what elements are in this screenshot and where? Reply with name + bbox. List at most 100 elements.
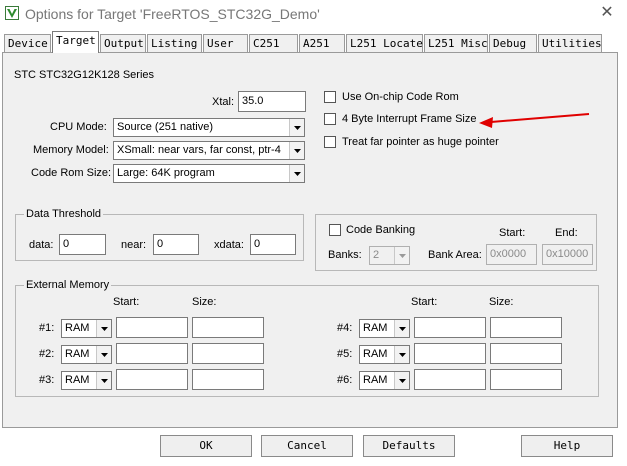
ext-mem-row-5-label: #5: bbox=[337, 348, 353, 360]
ext-mem-5-start-input[interactable] bbox=[414, 343, 486, 364]
tab-output[interactable]: Output bbox=[100, 34, 146, 52]
ext-start-label-left: Start: bbox=[113, 296, 140, 308]
bank-end-label: End: bbox=[555, 227, 578, 239]
ext-mem-2-type: RAM bbox=[65, 348, 90, 360]
ext-mem-row-6-label: #6: bbox=[337, 374, 353, 386]
banks-label: Banks: bbox=[328, 249, 362, 261]
ext-size-label-right: Size: bbox=[489, 296, 514, 308]
tab-debug[interactable]: Debug bbox=[489, 34, 537, 52]
ext-mem-4-type-select[interactable]: RAM bbox=[359, 319, 410, 338]
near-threshold-input[interactable]: 0 bbox=[153, 234, 199, 255]
target-options-panel: STC STC32G12K128 Series Xtal: 35.0 CPU M… bbox=[2, 52, 618, 428]
ext-mem-6-size-input[interactable] bbox=[490, 369, 562, 390]
external-memory-title: External Memory bbox=[24, 279, 112, 291]
bank-start-label: Start: bbox=[499, 227, 526, 239]
xdata-threshold-input[interactable]: 0 bbox=[250, 234, 296, 255]
ext-size-label-left: Size: bbox=[192, 296, 217, 308]
ext-mem-1-size-input[interactable] bbox=[192, 317, 264, 338]
ext-mem-row-2-label: #2: bbox=[39, 348, 55, 360]
4-byte-interrupt-frame-checkbox[interactable] bbox=[324, 113, 336, 125]
code-rom-size-select[interactable]: Large: 64K program bbox=[113, 164, 305, 183]
ext-mem-6-type-select[interactable]: RAM bbox=[359, 371, 410, 390]
chevron-down-icon[interactable] bbox=[394, 320, 409, 337]
ext-mem-6-type: RAM bbox=[363, 374, 388, 386]
tab-l251-locate[interactable]: L251 Locate bbox=[346, 34, 423, 52]
cpu-mode-value: Source (251 native) bbox=[117, 121, 213, 133]
app-icon bbox=[5, 6, 19, 20]
memory-model-value: XSmall: near vars, far const, ptr-4 bbox=[117, 144, 281, 156]
code-rom-size-value: Large: 64K program bbox=[117, 167, 215, 179]
xtal-input[interactable]: 35.0 bbox=[238, 91, 306, 112]
chevron-down-icon[interactable] bbox=[289, 165, 304, 182]
tab-c251[interactable]: C251 bbox=[249, 34, 298, 52]
cancel-button[interactable]: Cancel bbox=[261, 435, 353, 457]
red-arrow-icon bbox=[479, 113, 590, 128]
cpu-mode-select[interactable]: Source (251 native) bbox=[113, 118, 305, 137]
ext-mem-row-3-label: #3: bbox=[39, 374, 55, 386]
help-button[interactable]: Help bbox=[521, 435, 613, 457]
chevron-down-icon[interactable] bbox=[394, 247, 409, 264]
code-banking-label: Code Banking bbox=[346, 224, 416, 236]
use-onchip-code-rom-checkbox[interactable] bbox=[324, 91, 336, 103]
bank-area-end-input[interactable]: 0x10000 bbox=[542, 244, 593, 265]
ext-mem-3-size-input[interactable] bbox=[192, 369, 264, 390]
ext-mem-6-start-input[interactable] bbox=[414, 369, 486, 390]
chevron-down-icon[interactable] bbox=[96, 346, 111, 363]
ext-mem-5-type-select[interactable]: RAM bbox=[359, 345, 410, 364]
ext-mem-4-size-input[interactable] bbox=[490, 317, 562, 338]
ext-start-label-right: Start: bbox=[411, 296, 438, 308]
ext-mem-1-type: RAM bbox=[65, 322, 90, 334]
ext-mem-3-start-input[interactable] bbox=[116, 369, 188, 390]
ext-mem-3-type: RAM bbox=[65, 374, 90, 386]
tab-utilities[interactable]: Utilities bbox=[538, 34, 602, 52]
treat-far-pointer-checkbox[interactable] bbox=[324, 136, 336, 148]
chevron-down-icon[interactable] bbox=[394, 372, 409, 389]
chevron-down-icon[interactable] bbox=[96, 372, 111, 389]
ext-mem-1-start-input[interactable] bbox=[116, 317, 188, 338]
ext-mem-2-type-select[interactable]: RAM bbox=[61, 345, 112, 364]
ext-mem-5-type: RAM bbox=[363, 348, 388, 360]
device-series-label: STC STC32G12K128 Series bbox=[14, 69, 155, 81]
banks-select[interactable]: 2 bbox=[369, 246, 410, 265]
tab-a251[interactable]: A251 bbox=[299, 34, 345, 52]
memory-model-select[interactable]: XSmall: near vars, far const, ptr-4 bbox=[113, 141, 305, 160]
ext-mem-row-4-label: #4: bbox=[337, 322, 353, 334]
ext-mem-4-start-input[interactable] bbox=[414, 317, 486, 338]
tab-l251-misc[interactable]: L251 Misc bbox=[424, 34, 488, 52]
tab-target[interactable]: Target bbox=[52, 31, 99, 53]
treat-far-pointer-label: Treat far pointer as huge pointer bbox=[342, 136, 499, 148]
chevron-down-icon[interactable] bbox=[394, 346, 409, 363]
chevron-down-icon[interactable] bbox=[96, 320, 111, 337]
title-bar: Options for Target 'FreeRTOS_STC32G_Demo… bbox=[0, 0, 627, 30]
4-byte-interrupt-frame-label: 4 Byte Interrupt Frame Size bbox=[342, 113, 477, 125]
ext-mem-5-size-input[interactable] bbox=[490, 343, 562, 364]
data-threshold-title: Data Threshold bbox=[24, 208, 104, 220]
ext-mem-4-type: RAM bbox=[363, 322, 388, 334]
xtal-label: Xtal: bbox=[212, 96, 235, 108]
cpu-mode-label: CPU Mode: bbox=[50, 121, 107, 133]
code-rom-size-label: Code Rom Size: bbox=[31, 167, 112, 179]
data-threshold-input[interactable]: 0 bbox=[59, 234, 106, 255]
use-onchip-code-rom-label: Use On-chip Code Rom bbox=[342, 91, 459, 103]
tab-user[interactable]: User bbox=[203, 34, 248, 52]
tab-device[interactable]: Device bbox=[4, 34, 51, 52]
ext-mem-1-type-select[interactable]: RAM bbox=[61, 319, 112, 338]
code-banking-checkbox[interactable] bbox=[329, 224, 341, 236]
ok-button[interactable]: OK bbox=[160, 435, 252, 457]
window-title: Options for Target 'FreeRTOS_STC32G_Demo… bbox=[25, 6, 320, 22]
ext-mem-2-size-input[interactable] bbox=[192, 343, 264, 364]
ext-mem-row-1-label: #1: bbox=[39, 322, 55, 334]
chevron-down-icon[interactable] bbox=[289, 142, 304, 159]
close-icon[interactable]: ✕ bbox=[596, 3, 618, 23]
ext-mem-3-type-select[interactable]: RAM bbox=[61, 371, 112, 390]
tab-listing[interactable]: Listing bbox=[147, 34, 202, 52]
xdata-label: xdata: bbox=[214, 239, 244, 251]
defaults-button[interactable]: Defaults bbox=[363, 435, 455, 457]
near-label: near: bbox=[121, 239, 147, 251]
ext-mem-2-start-input[interactable] bbox=[116, 343, 188, 364]
bank-area-label: Bank Area: bbox=[428, 249, 482, 261]
bank-area-start-input[interactable]: 0x0000 bbox=[486, 244, 537, 265]
data-label: data: bbox=[29, 239, 54, 251]
chevron-down-icon[interactable] bbox=[289, 119, 304, 136]
memory-model-label: Memory Model: bbox=[33, 144, 109, 156]
